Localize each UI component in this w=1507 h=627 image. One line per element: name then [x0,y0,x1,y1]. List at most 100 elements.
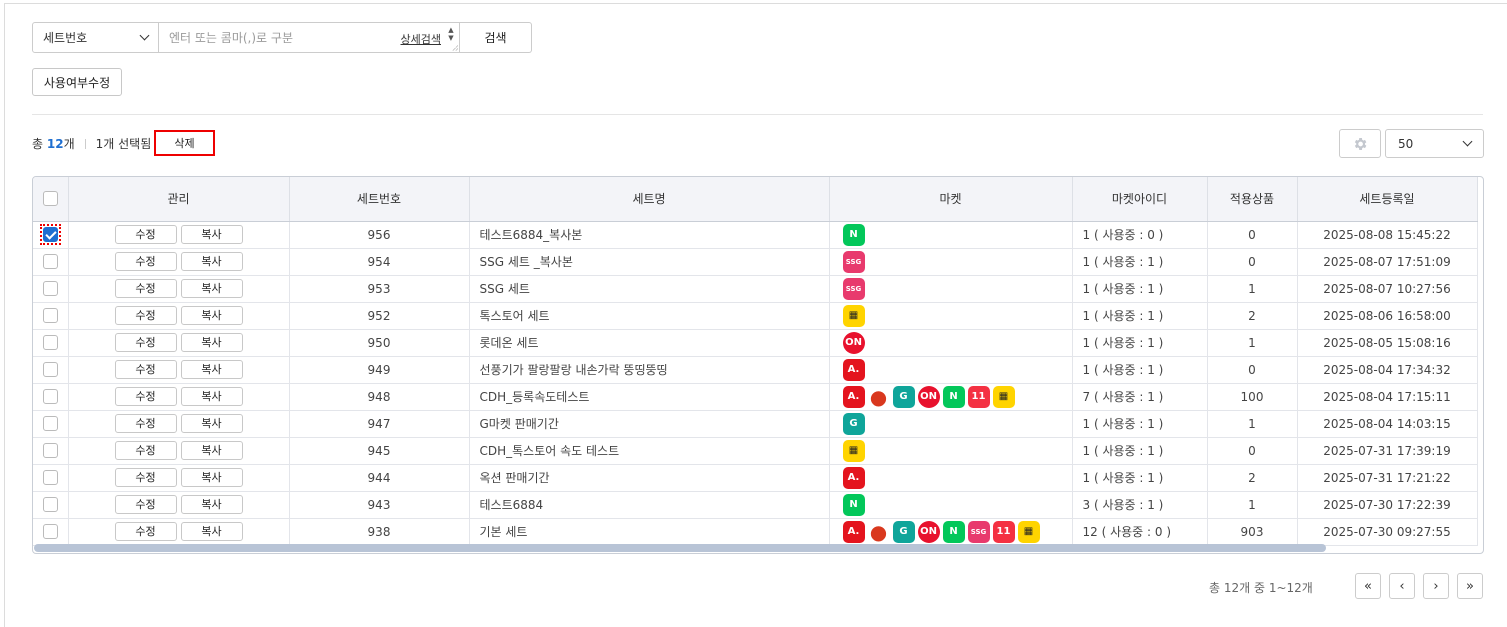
table-row[interactable]: 수정 복사 953 SSG 세트 SSG 1 ( 사용중 : 1 ) 1 2025-08-07… [33,275,1478,303]
auction-market-icon: A. [842,358,865,381]
edit-button[interactable]: 수정 [114,252,177,271]
row-select-cell [33,329,69,357]
table-row[interactable]: 수정 복사 949 선풍기가 팔랑팔랑 내손가락 뚱띵뚱띵 A. 1 ( 사용중 : 1 … [33,356,1478,384]
market-cell: SSG [829,275,1073,303]
row-select-cell [33,410,69,438]
table-row[interactable]: 수정 복사 944 옥션 판매기간 A. 1 ( 사용중 : 1 ) 2 2025-07-31… [33,464,1478,492]
edit-button[interactable]: 수정 [114,468,177,487]
copy-button[interactable]: 복사 [180,279,243,298]
row-checkbox[interactable] [42,308,58,323]
applied-products-cell: 100 [1207,383,1298,411]
manage-cell: 수정 복사 [68,248,290,276]
edit-button[interactable]: 수정 [114,360,177,379]
search-button[interactable]: 검색 [460,22,532,53]
row-checkbox[interactable] [42,254,58,269]
table-row[interactable]: 수정 복사 938 기본 세트 A. ● G ON N SSG 11 ▦ 12 ( 사용중 : 0 ) 9… [33,518,1478,546]
applied-products-cell: 1 [1207,410,1298,438]
copy-button[interactable]: 복사 [180,522,243,541]
copy-button[interactable]: 복사 [180,468,243,487]
last-page-button[interactable]: » [1457,573,1483,599]
edit-button[interactable]: 수정 [114,441,177,460]
copy-button[interactable]: 복사 [180,333,243,352]
toss-market-icon: ▦ [842,304,865,327]
edit-button[interactable]: 수정 [114,495,177,514]
registered-date-cell: 2025-07-31 17:39:19 [1297,437,1478,465]
set-name-cell: 옥션 판매기간 [469,464,830,492]
row-checkbox[interactable] [42,470,58,485]
search-input-placeholder: 엔터 또는 콤마(,)로 구분 [169,31,293,45]
coupang-market-icon: ● [867,520,890,544]
copy-button[interactable]: 복사 [180,360,243,379]
copy-button[interactable]: 복사 [180,441,243,460]
row-checkbox[interactable] [42,443,58,458]
row-checkbox[interactable] [42,497,58,512]
search-input[interactable]: 엔터 또는 콤마(,)로 구분 상세검색 ▲ ▼ [159,22,460,53]
column-settings-button[interactable] [1339,129,1381,158]
row-checkbox[interactable] [42,335,58,350]
first-page-button[interactable]: « [1355,573,1381,599]
registered-date-cell: 2025-07-30 09:27:55 [1297,518,1478,546]
applied-products-cell: 1 [1207,329,1298,357]
edit-button[interactable]: 수정 [114,414,177,433]
table-row[interactable]: 수정 복사 956 테스트6884_복사본 N 1 ( 사용중 : 0 ) 0 2025-08… [33,221,1478,249]
select-all-checkbox[interactable] [42,191,58,207]
market-account-cell: 1 ( 사용중 : 1 ) [1072,410,1208,438]
edit-button[interactable]: 수정 [114,225,177,244]
edit-button[interactable]: 수정 [114,333,177,352]
table-row[interactable]: 수정 복사 943 테스트6884 N 3 ( 사용중 : 1 ) 1 2025-07-30 … [33,491,1478,519]
market-account-cell: 3 ( 사용중 : 1 ) [1072,491,1208,519]
copy-button[interactable]: 복사 [180,252,243,271]
edit-button[interactable]: 수정 [114,279,177,298]
market-account-cell: 1 ( 사용중 : 1 ) [1072,464,1208,492]
usage-edit-button[interactable]: 사용여부수정 [32,68,122,96]
page-size-select[interactable]: 50 [1385,129,1484,158]
lotteon-market-icon: ON [917,385,940,408]
gmarket-market-icon: G [892,520,915,543]
row-checkbox[interactable] [42,524,58,539]
market-cell: ON [829,329,1073,357]
table-row[interactable]: 수정 복사 945 CDH_톡스토어 속도 테스트 ▦ 1 ( 사용중 : 1 ) 0 202… [33,437,1478,465]
table-row[interactable]: 수정 복사 952 톡스토어 세트 ▦ 1 ( 사용중 : 1 ) 2 2025-08-06 … [33,302,1478,330]
registered-date-cell: 2025-07-31 17:21:22 [1297,464,1478,492]
row-select-cell [33,518,69,546]
copy-button[interactable]: 복사 [180,225,243,244]
advanced-search-link[interactable]: 상세검색 [401,31,441,47]
row-checkbox[interactable] [42,362,58,377]
set-name-cell: CDH_등록속도테스트 [469,383,830,411]
copy-button[interactable]: 복사 [180,387,243,406]
table-row[interactable]: 수정 복사 950 롯데온 세트 ON 1 ( 사용중 : 1 ) 1 2025-08-05 … [33,329,1478,357]
set-number-cell: 938 [289,518,470,546]
delete-button[interactable]: 삭제 [154,130,215,156]
row-checkbox[interactable] [42,389,58,404]
search-field-select[interactable]: 세트번호 [32,22,159,53]
row-checkbox[interactable] [42,227,58,242]
applied-products-cell: 0 [1207,356,1298,384]
next-page-button[interactable]: › [1423,573,1449,599]
applied-products-cell: 0 [1207,437,1298,465]
section-divider [32,114,1483,115]
copy-button[interactable]: 복사 [180,414,243,433]
gear-icon [1354,137,1367,150]
edit-button[interactable]: 수정 [114,306,177,325]
table-row[interactable]: 수정 복사 948 CDH_등록속도테스트 A. ● G ON N 11 ▦ 7 ( 사용중 : 1 … [33,383,1478,411]
manage-cell: 수정 복사 [68,275,290,303]
table-row[interactable]: 수정 복사 954 SSG 세트 _복사본 SSG 1 ( 사용중 : 1 ) 0 2025-… [33,248,1478,276]
registered-date-cell: 2025-08-04 14:03:15 [1297,410,1478,438]
copy-button[interactable]: 복사 [180,495,243,514]
row-checkbox-wrap [40,413,61,434]
manage-cell: 수정 복사 [68,491,290,519]
prev-page-button[interactable]: ‹ [1389,573,1415,599]
table-row[interactable]: 수정 복사 947 G마켓 판매기간 G 1 ( 사용중 : 1 ) 1 2025-08-04… [33,410,1478,438]
row-checkbox[interactable] [42,416,58,431]
frame-top-border [4,3,1507,4]
edit-button[interactable]: 수정 [114,522,177,541]
edit-button[interactable]: 수정 [114,387,177,406]
row-checkbox[interactable] [42,281,58,296]
auction-market-icon: A. [842,385,865,408]
resize-grip-icon[interactable] [452,45,458,51]
copy-button[interactable]: 복사 [180,306,243,325]
row-checkbox-wrap [40,440,61,461]
total-count: 12 [46,136,64,151]
manage-cell: 수정 복사 [68,437,290,465]
horizontal-scrollbar[interactable] [34,544,1326,552]
